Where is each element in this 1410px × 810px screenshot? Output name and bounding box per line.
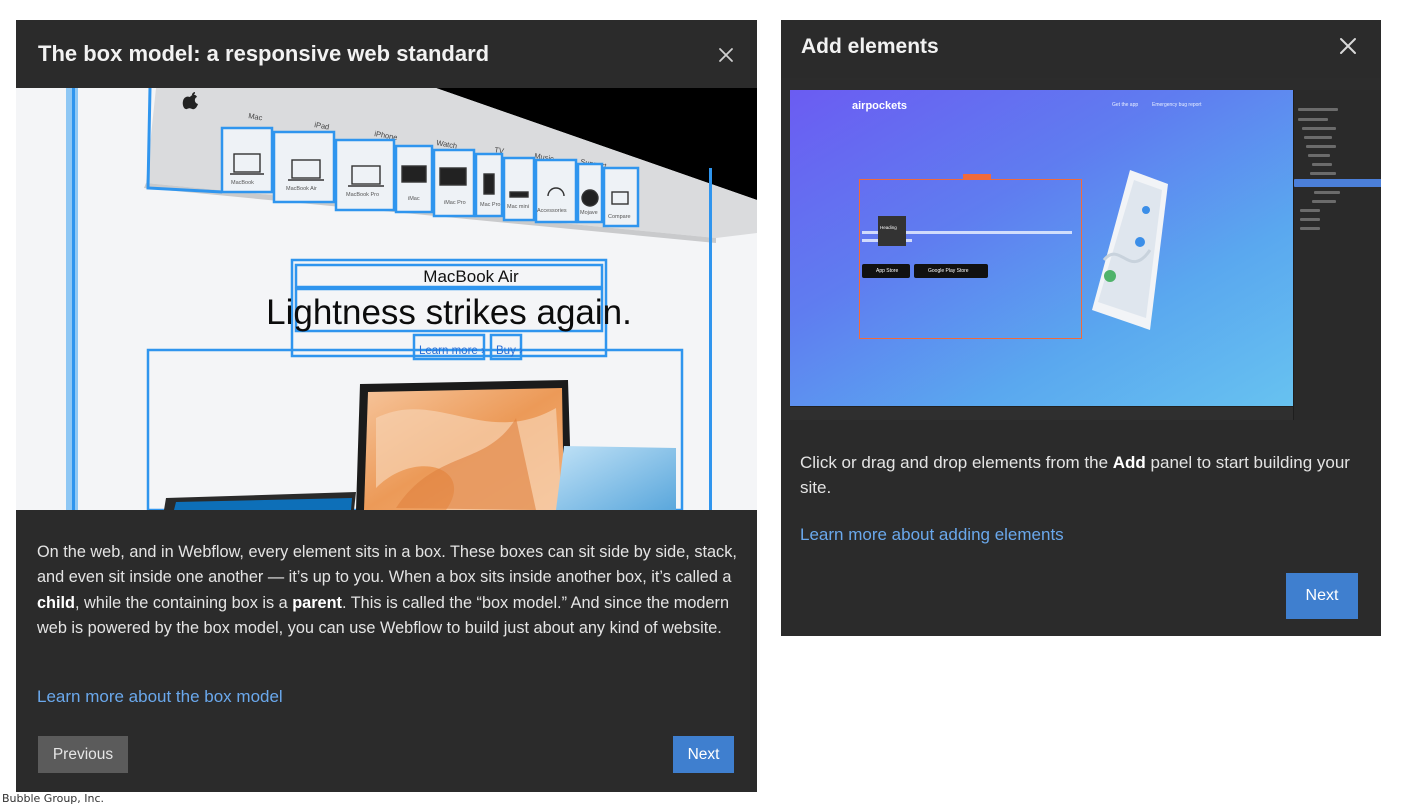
site-brand: airpockets — [852, 100, 908, 112]
navigator-row — [1298, 118, 1328, 121]
product-tile-label: Accessories — [537, 208, 567, 214]
product-tile-label: MacBook Air — [286, 186, 317, 192]
box-model-modal: The box model: a responsive web standard — [16, 20, 757, 792]
navigator-row-selected — [1294, 179, 1381, 187]
editor-breadcrumb-bar — [790, 406, 1293, 420]
modal-body-text: On the web, and in Webflow, every elemen… — [37, 540, 737, 642]
body-bold-add: Add — [1112, 453, 1146, 472]
hero-learn-more: Learn more › — [419, 345, 485, 357]
next-button[interactable]: Next — [1286, 573, 1358, 619]
body-bold-parent: parent — [292, 593, 342, 612]
app-store-button: App Store — [862, 264, 910, 278]
close-button[interactable] — [717, 46, 735, 64]
product-tile-label: MacBook — [231, 180, 254, 186]
hero-headline: Lightness strikes again. — [266, 293, 632, 332]
navigator-row — [1300, 227, 1320, 230]
tooltip-text: Heading — [880, 225, 897, 230]
navigator-row — [1308, 154, 1330, 157]
site-nav-link: Emergency bug report — [1152, 102, 1202, 108]
navigator-row — [1314, 191, 1340, 194]
image-credit: Bubble Group, Inc. — [2, 792, 105, 805]
box-model-illustration: Mac iPad iPhone Watch TV Music Support — [16, 88, 757, 510]
body-text: , while the containing box is a — [75, 593, 293, 612]
close-button[interactable] — [1339, 37, 1357, 55]
product-tile-label: MacBook Pro — [346, 192, 379, 198]
body-bold-child: child — [37, 593, 75, 612]
hero-buy: Buy › — [496, 345, 523, 357]
body-text: Click or drag and drop elements from the — [800, 453, 1113, 472]
modal-body-text: Click or drag and drop elements from the… — [800, 450, 1361, 500]
navigator-row — [1300, 209, 1320, 212]
product-tile-label: iMac — [408, 196, 420, 202]
site-nav-link: Get the app — [1112, 102, 1139, 108]
navigator-row — [1304, 136, 1332, 139]
learn-more-adding-elements-link[interactable]: Learn more about adding elements — [800, 525, 1064, 545]
editor-canvas: airpockets Get the app Emergency bug rep… — [790, 90, 1293, 406]
navigator-row — [1306, 145, 1336, 148]
product-tile-label: Compare — [608, 214, 631, 220]
navigator-row — [1302, 127, 1336, 130]
google-play-label: Google Play Store — [928, 268, 969, 274]
add-elements-modal: Add elements airpockets Get the app Emer… — [781, 20, 1381, 636]
product-tile-label: Mojave — [580, 210, 598, 216]
previous-button[interactable]: Previous — [38, 736, 128, 773]
modal-header: Add elements — [781, 20, 1381, 78]
product-tile-label: iMac Pro — [444, 200, 466, 206]
editor-left-toolbar — [781, 90, 790, 420]
editor-illustration: airpockets Get the app Emergency bug rep… — [781, 78, 1381, 420]
next-button[interactable]: Next — [673, 736, 734, 773]
selected-element-outline — [859, 179, 1082, 339]
product-tile-label: Mac Pro — [480, 202, 500, 208]
close-icon — [1340, 38, 1356, 54]
navigator-row — [1310, 172, 1336, 175]
hero-eyebrow: MacBook Air — [423, 267, 519, 286]
body-text: On the web, and in Webflow, every elemen… — [37, 543, 737, 587]
product-tile-label: Mac mini — [507, 204, 529, 210]
modal-title: Add elements — [801, 35, 939, 58]
modal-title: The box model: a responsive web standard — [38, 41, 490, 66]
navigator-panel — [1293, 90, 1381, 420]
close-icon — [719, 48, 733, 62]
google-play-button: Google Play Store — [914, 264, 988, 278]
navigator-row — [1298, 108, 1338, 111]
navigator-row — [1312, 200, 1336, 203]
navigator-row — [1312, 163, 1332, 166]
phone-illustration — [1092, 170, 1168, 330]
heading-tooltip: Heading — [878, 216, 906, 246]
app-store-label: App Store — [876, 268, 899, 274]
modal-header: The box model: a responsive web standard — [16, 20, 757, 88]
learn-more-box-model-link[interactable]: Learn more about the box model — [37, 687, 283, 707]
navigator-row — [1300, 218, 1320, 221]
